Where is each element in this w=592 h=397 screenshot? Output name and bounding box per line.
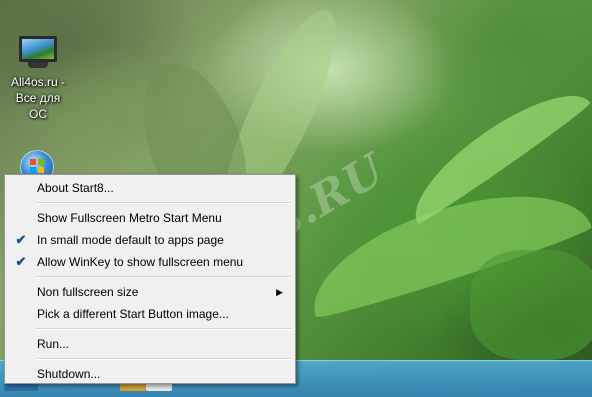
checkmark-icon: ✔	[15, 232, 27, 247]
start8-context-menu: About Start8... Show Fullscreen Metro St…	[4, 174, 296, 384]
menu-item-small-mode-apps[interactable]: ✔ In small mode default to apps page	[7, 229, 293, 251]
windows-logo-icon	[30, 159, 44, 173]
monitor-icon	[19, 36, 57, 70]
menu-item-pick-button-image[interactable]: Pick a different Start Button image...	[7, 303, 293, 325]
menu-item-about[interactable]: About Start8...	[7, 177, 293, 199]
menu-separator	[35, 276, 291, 278]
menu-item-label: Non fullscreen size	[37, 285, 139, 299]
menu-item-allow-winkey[interactable]: ✔ Allow WinKey to show fullscreen menu	[7, 251, 293, 273]
menu-item-shutdown[interactable]: Shutdown...	[7, 363, 293, 385]
menu-separator	[35, 328, 291, 330]
menu-separator	[35, 358, 291, 360]
menu-item-label: About Start8...	[37, 181, 114, 195]
checkmark-icon: ✔	[15, 254, 27, 269]
menu-separator	[35, 202, 291, 204]
menu-item-label: Run...	[37, 337, 70, 351]
menu-item-label: Shutdown...	[37, 367, 101, 381]
desktop-shortcut-label-line1: All4os.ru -	[10, 75, 66, 89]
wallpaper-leaf	[470, 250, 592, 360]
desktop-shortcut-all4os[interactable]: All4os.ru - Все для ОС	[6, 36, 70, 122]
menu-item-label: Pick a different Start Button image...	[37, 307, 229, 321]
menu-item-run[interactable]: Run...	[7, 333, 293, 355]
menu-item-label: In small mode default to apps page	[37, 233, 224, 247]
menu-item-show-fullscreen[interactable]: Show Fullscreen Metro Start Menu	[7, 207, 293, 229]
submenu-arrow-icon: ▶	[276, 287, 283, 297]
menu-item-non-fullscreen-size[interactable]: Non fullscreen size ▶	[7, 281, 293, 303]
menu-item-label: Allow WinKey to show fullscreen menu	[37, 255, 244, 269]
menu-item-label: Show Fullscreen Metro Start Menu	[37, 211, 222, 225]
desktop-shortcut-label-line2: Все для ОС	[15, 91, 61, 121]
